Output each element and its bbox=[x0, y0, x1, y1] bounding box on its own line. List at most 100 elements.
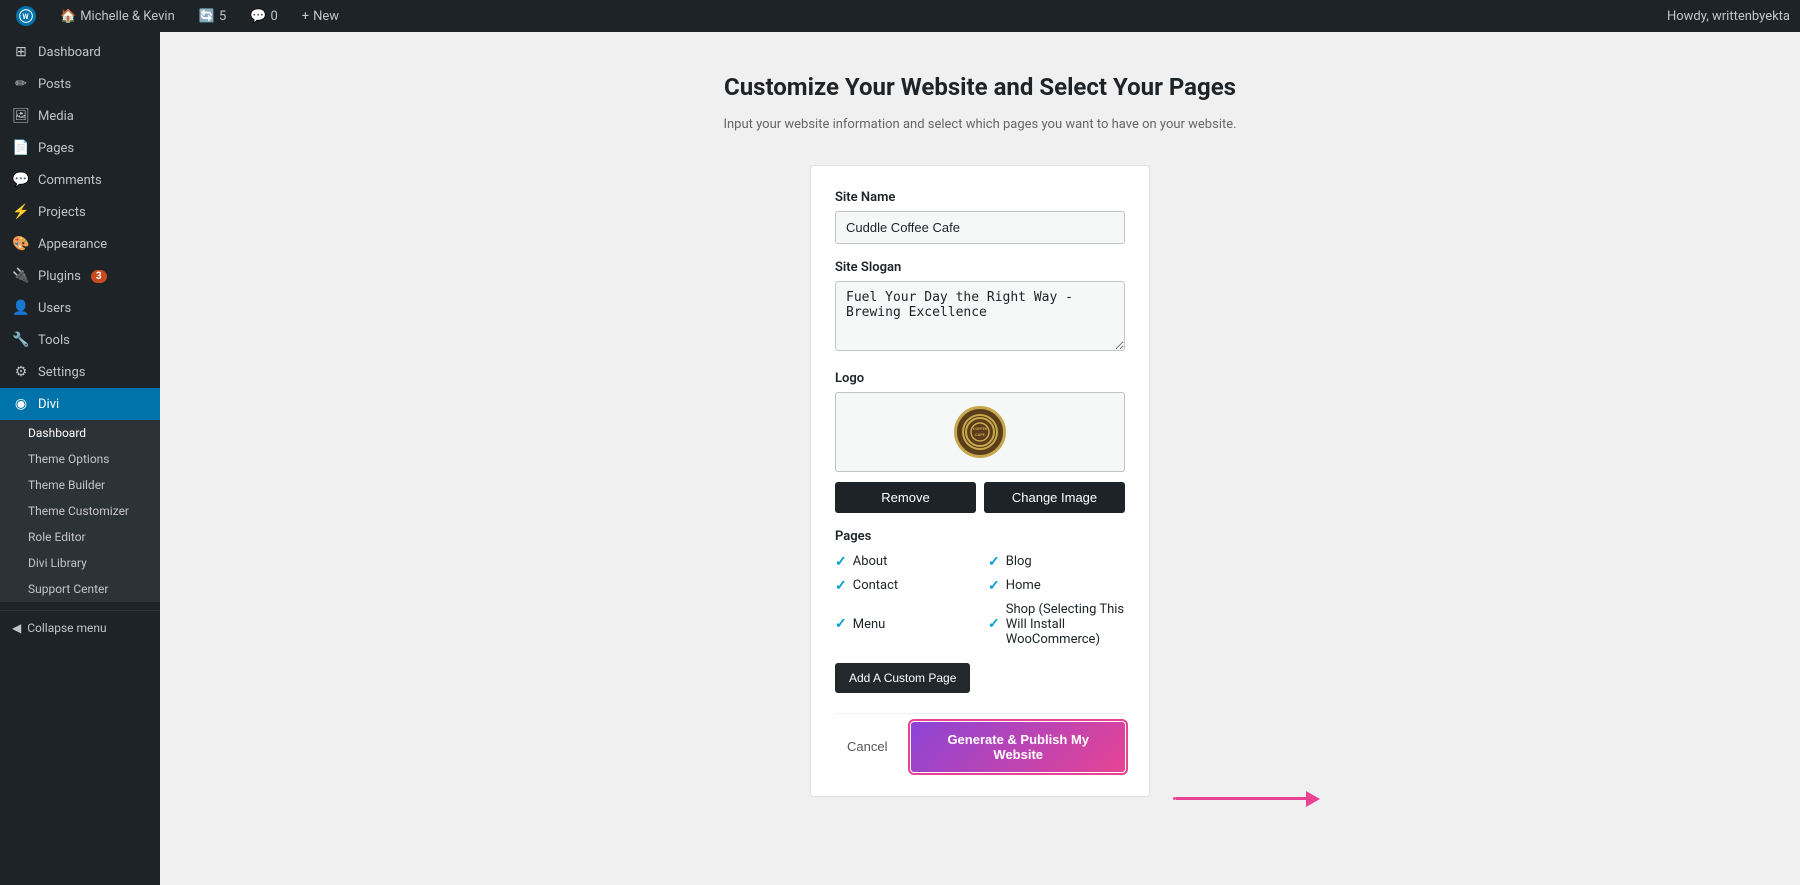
sidebar-item-pages[interactable]: 📄 Pages bbox=[0, 132, 160, 164]
sidebar-theme-customizer[interactable]: Theme Customizer bbox=[0, 498, 160, 524]
comments-icon: 💬 bbox=[12, 172, 30, 188]
collapse-menu-button[interactable]: ◀ Collapse menu bbox=[0, 610, 160, 645]
page-title: Customize Your Website and Select Your P… bbox=[723, 72, 1236, 103]
house-icon: 🏠 bbox=[60, 9, 76, 24]
sidebar-main-nav: ⊞ Dashboard ✏ Posts 🖼 Media 📄 Pages 💬 Co… bbox=[0, 36, 160, 420]
update-count: 5 bbox=[219, 9, 226, 24]
sidebar-item-settings-label: Settings bbox=[38, 365, 85, 380]
add-custom-page-button[interactable]: Add A Custom Page bbox=[835, 663, 970, 693]
plugins-icon: 🔌 bbox=[12, 268, 30, 284]
cancel-button[interactable]: Cancel bbox=[835, 733, 899, 760]
admin-bar-right: Howdy, writtenbyekta bbox=[1667, 9, 1790, 24]
pages-icon: 📄 bbox=[12, 140, 30, 156]
dashboard-icon: ⊞ bbox=[12, 44, 30, 60]
wp-logo: W bbox=[16, 6, 36, 26]
logo-label: Logo bbox=[835, 371, 1125, 386]
arrow-annotation bbox=[1173, 791, 1320, 807]
sidebar-item-dashboard[interactable]: ⊞ Dashboard bbox=[0, 36, 160, 68]
arrow-line bbox=[1176, 797, 1306, 800]
sidebar-item-posts-label: Posts bbox=[38, 77, 71, 92]
sidebar: ⊞ Dashboard ✏ Posts 🖼 Media 📄 Pages 💬 Co… bbox=[0, 32, 160, 885]
theme-customizer-label: Theme Customizer bbox=[28, 504, 129, 518]
page-header: Customize Your Website and Select Your P… bbox=[723, 72, 1236, 135]
svg-text:COFFEE: COFFEE bbox=[973, 426, 988, 431]
sidebar-item-pages-label: Pages bbox=[38, 141, 74, 156]
logo-inner: COFFEE CAFE bbox=[962, 414, 998, 450]
sidebar-item-projects[interactable]: ⚡ Projects bbox=[0, 196, 160, 228]
contact-label: Contact bbox=[853, 578, 898, 593]
comment-count: 0 bbox=[270, 9, 277, 24]
sidebar-item-projects-label: Projects bbox=[38, 205, 86, 220]
sidebar-theme-options[interactable]: Theme Options bbox=[0, 446, 160, 472]
svg-text:CAFE: CAFE bbox=[975, 432, 986, 437]
site-name-input[interactable] bbox=[835, 211, 1125, 244]
sidebar-support-center[interactable]: Support Center bbox=[0, 576, 160, 602]
updates-item[interactable]: 🔄 5 bbox=[193, 9, 233, 24]
support-center-label: Support Center bbox=[28, 582, 108, 596]
sidebar-item-comments[interactable]: 💬 Comments bbox=[0, 164, 160, 196]
new-item[interactable]: + New bbox=[296, 9, 345, 24]
divi-submenu: Dashboard Theme Options Theme Builder Th… bbox=[0, 420, 160, 602]
posts-icon: ✏ bbox=[12, 76, 30, 92]
page-about: ✓ About bbox=[835, 554, 972, 570]
plugins-badge: 3 bbox=[91, 270, 107, 283]
app-body: ⊞ Dashboard ✏ Posts 🖼 Media 📄 Pages 💬 Co… bbox=[0, 32, 1800, 885]
sidebar-item-tools-label: Tools bbox=[38, 333, 70, 348]
sidebar-role-editor[interactable]: Role Editor bbox=[0, 524, 160, 550]
site-slogan-input[interactable]: Fuel Your Day the Right Way - Brewing Ex… bbox=[835, 281, 1125, 351]
sidebar-divi-dashboard[interactable]: Dashboard bbox=[0, 420, 160, 446]
change-image-button[interactable]: Change Image bbox=[984, 482, 1125, 513]
theme-options-label: Theme Options bbox=[28, 452, 110, 466]
sidebar-item-plugins-label: Plugins bbox=[38, 269, 81, 284]
arrow-dot bbox=[1173, 797, 1176, 800]
sidebar-item-posts[interactable]: ✏ Posts bbox=[0, 68, 160, 100]
divi-library-label: Divi Library bbox=[28, 556, 87, 570]
site-name: Michelle & Kevin bbox=[80, 9, 175, 24]
new-label: New bbox=[313, 9, 339, 24]
sidebar-item-tools[interactable]: 🔧 Tools bbox=[0, 324, 160, 356]
plus-icon: + bbox=[302, 9, 309, 24]
sidebar-item-divi[interactable]: ◉ Divi bbox=[0, 388, 160, 420]
sidebar-item-users[interactable]: 👤 Users bbox=[0, 292, 160, 324]
role-editor-label: Role Editor bbox=[28, 530, 86, 544]
main-content: Customize Your Website and Select Your P… bbox=[160, 32, 1800, 885]
blog-label: Blog bbox=[1006, 554, 1032, 569]
sidebar-item-appearance[interactable]: 🎨 Appearance bbox=[0, 228, 160, 260]
sidebar-divi-library[interactable]: Divi Library bbox=[0, 550, 160, 576]
updates-icon: 🔄 bbox=[199, 9, 215, 24]
menu-check-icon: ✓ bbox=[835, 616, 847, 632]
sidebar-item-media[interactable]: 🖼 Media bbox=[0, 100, 160, 132]
logo-preview-area: COFFEE CAFE bbox=[835, 392, 1125, 472]
comment-icon: 💬 bbox=[250, 9, 266, 24]
collapse-label: Collapse menu bbox=[27, 621, 106, 635]
pages-label: Pages bbox=[835, 529, 1125, 544]
appearance-icon: 🎨 bbox=[12, 236, 30, 252]
shop-label: Shop (Selecting This Will Install WooCom… bbox=[1006, 602, 1125, 647]
pages-section: Pages ✓ About ✓ Blog bbox=[835, 529, 1125, 713]
remove-button[interactable]: Remove bbox=[835, 482, 976, 513]
sidebar-theme-builder[interactable]: Theme Builder bbox=[0, 472, 160, 498]
howdy-text: Howdy, writtenbyekta bbox=[1667, 9, 1790, 24]
theme-builder-label: Theme Builder bbox=[28, 478, 105, 492]
collapse-icon: ◀ bbox=[12, 621, 21, 635]
page-menu: ✓ Menu bbox=[835, 602, 972, 647]
publish-button[interactable]: Generate & Publish My Website bbox=[911, 722, 1125, 772]
sidebar-item-comments-label: Comments bbox=[38, 173, 102, 188]
sidebar-item-settings[interactable]: ⚙ Settings bbox=[0, 356, 160, 388]
wp-logo-item[interactable]: W bbox=[10, 6, 42, 26]
shop-check-icon: ✓ bbox=[988, 616, 1000, 632]
about-label: About bbox=[853, 554, 888, 569]
comments-item[interactable]: 💬 0 bbox=[244, 9, 284, 24]
sidebar-item-users-label: Users bbox=[38, 301, 71, 316]
logo-circle: COFFEE CAFE bbox=[954, 406, 1006, 458]
logo-buttons: Remove Change Image bbox=[835, 482, 1125, 513]
sidebar-item-plugins[interactable]: 🔌 Plugins 3 bbox=[0, 260, 160, 292]
card-footer: Cancel Generate & Publish My Website bbox=[835, 713, 1125, 772]
logo-group: Logo COFFEE CAFE bbox=[835, 371, 1125, 513]
site-name-group: Site Name bbox=[835, 190, 1125, 244]
page-blog: ✓ Blog bbox=[988, 554, 1125, 570]
blog-check-icon: ✓ bbox=[988, 554, 1000, 570]
divi-icon: ◉ bbox=[12, 396, 30, 412]
site-name-item[interactable]: 🏠 Michelle & Kevin bbox=[54, 9, 181, 24]
setup-card: Site Name Site Slogan Fuel Your Day the … bbox=[810, 165, 1150, 797]
